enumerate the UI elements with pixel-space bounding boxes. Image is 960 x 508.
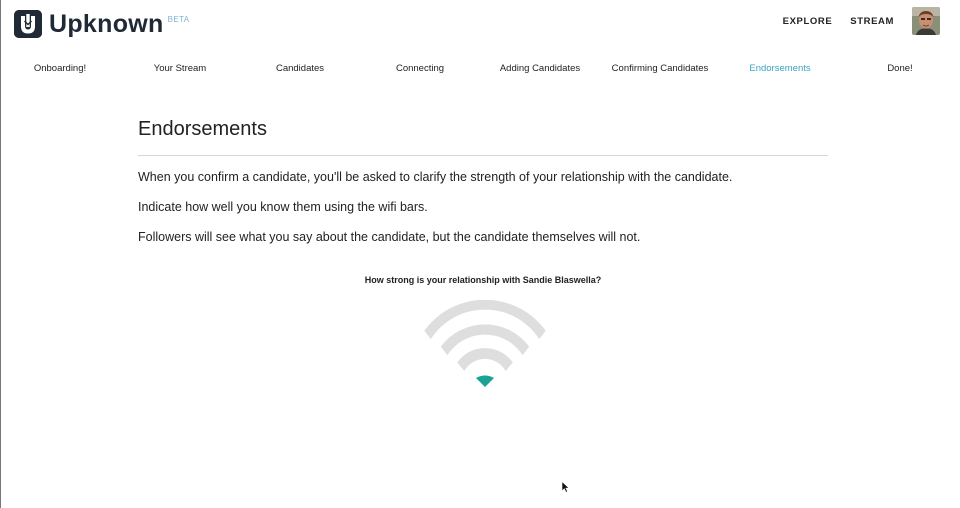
avatar-image (912, 7, 940, 35)
upknown-logo-icon (14, 10, 42, 38)
header-nav: EXPLORE STREAM (783, 7, 940, 35)
user-avatar[interactable] (912, 7, 940, 35)
top-header: Upknown BETA EXPLORE STREAM (0, 0, 960, 52)
beta-badge: BETA (167, 15, 190, 24)
mouse-pointer-icon (561, 481, 570, 493)
wifi-bar-1[interactable] (476, 375, 494, 388)
main-content: Endorsements When you confirm a candidat… (138, 117, 828, 260)
explore-link[interactable]: EXPLORE (783, 16, 833, 27)
step-confirming-candidates[interactable]: Confirming Candidates (600, 63, 720, 74)
step-adding-candidates[interactable]: Adding Candidates (480, 63, 600, 74)
brand-logo[interactable]: Upknown BETA (14, 10, 190, 38)
title-divider (138, 155, 828, 156)
brand-name: Upknown (49, 10, 164, 38)
relationship-strength-wifi-icon[interactable] (420, 300, 550, 392)
step-connecting[interactable]: Connecting (360, 63, 480, 74)
stream-link[interactable]: STREAM (850, 16, 894, 27)
intro-paragraph-2: Indicate how well you know them using th… (138, 200, 428, 214)
onboarding-steps: Onboarding! Your Stream Candidates Conne… (0, 63, 960, 77)
step-done[interactable]: Done! (840, 63, 960, 74)
step-candidates[interactable]: Candidates (240, 63, 360, 74)
wifi-bar-2[interactable] (457, 348, 513, 372)
step-onboarding[interactable]: Onboarding! (0, 63, 120, 74)
relationship-question: How strong is your relationship with San… (364, 275, 602, 285)
intro-paragraph-1: When you confirm a candidate, you'll be … (138, 170, 733, 184)
page-title: Endorsements (138, 118, 267, 140)
intro-paragraph-3: Followers will see what you say about th… (138, 230, 641, 244)
step-endorsements[interactable]: Endorsements (720, 63, 840, 74)
step-your-stream[interactable]: Your Stream (120, 63, 240, 74)
